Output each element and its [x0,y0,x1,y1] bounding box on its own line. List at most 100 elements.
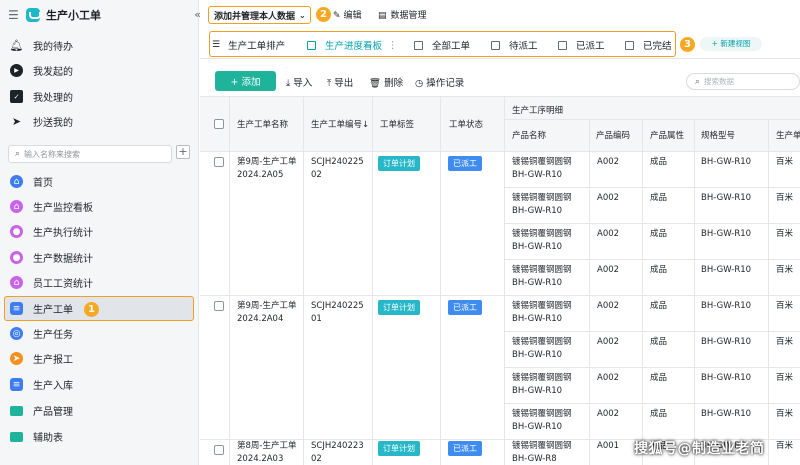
toolbar: + 添加 ⤓ 导入 ⤒ 导出 🗑︎ 删除 ◷ 操作记录 ⌕ 搜索数据 [200,60,800,96]
delete-button[interactable]: 🗑︎ 删除 [369,75,403,89]
tab-progress-board[interactable]: 生产进度看板 ⋮ [307,38,398,52]
export-label: 导出 [334,78,354,89]
tab-dispatched[interactable]: 已派工 [558,38,605,52]
sidebar-item-exec-stats[interactable]: ● 生产执行统计 [0,219,199,244]
tab-scheduling[interactable]: ☰ 生产工单排产 [212,38,285,52]
sidebar-item-aux-tables[interactable]: 辅助表 [0,424,199,449]
delete-label: 删除 [384,78,404,89]
view-tabs: ☰ 生产工单排产 生产进度看板 ⋮ 全部工单 待派工 已派工 已完结 3 + 新… [200,30,800,59]
palette-icon: ● [10,225,23,238]
import-button[interactable]: ⤓ 导入 [286,75,312,89]
data-management-label: 数据管理 [390,11,427,21]
product-name: 镀锡铜覆钢圆钢BH-GW-R10 [512,229,572,252]
sidebar-item-todo[interactable]: 🔔︎ 我的待办 [0,33,199,58]
col-header-status[interactable]: 工单状态 [449,118,484,130]
app-title: 生产小工单 [46,9,101,22]
divider [694,119,695,465]
folder-icon [10,431,23,442]
sidebar-search-input[interactable]: ⌕ 输入名称来搜索 [8,145,172,163]
select-all-checkbox[interactable] [214,119,224,129]
table-icon [414,40,423,50]
table-icon [307,40,316,50]
col-header-code[interactable]: 生产工单编号↓ [311,118,370,130]
product-name: 镀锡铜覆钢圆钢BH-GW-R10 [512,193,572,216]
sidebar-item-initiated[interactable]: ▶ 我发起的 [0,58,199,83]
add-item-button[interactable]: + [176,145,190,159]
col-header-unit[interactable]: 生产单 [776,129,800,141]
data-management-button[interactable]: ▤ 数据管理 [378,8,427,21]
tab-pending-dispatch[interactable]: 待派工 [491,38,538,52]
hamburger-icon[interactable]: ☰ [8,8,22,22]
sidebar: ☰ 生产小工单 « 🔔︎ 我的待办 ▶ 我发起的 ✓ 我处理的 ➤ 抄送我的 ⌕… [0,0,201,465]
divider [229,97,230,465]
unit: 百米 [776,193,794,203]
col-header-name[interactable]: 生产工单名称 [237,118,289,130]
new-view-button[interactable]: + 新建视图 [700,37,762,51]
sidebar-item-label: 辅助表 [33,433,63,444]
sidebar-item-report[interactable]: ➤ 生产报工 [0,346,199,371]
col-header-spec[interactable]: 规格型号 [701,129,736,141]
sidebar-item-label: 生产工单 [33,305,73,316]
col-header-product[interactable]: 产品名称 [512,129,547,141]
product-name: 镀锡铜覆钢圆钢BH-GW-R10 [512,409,572,432]
spec: BH-GW-R10 [701,373,752,383]
export-button[interactable]: ⤒ 导出 [327,75,353,89]
sidebar-item-label: 抄送我的 [33,118,73,129]
sidebar-item-wage-stats[interactable]: ⌂ 员工工资统计 [0,270,199,295]
sidebar-item-home[interactable]: ⌂ 首页 [0,169,199,194]
arrow-icon: ➤ [10,352,23,365]
product-code: A002 [597,301,620,311]
spec: BH-GW-R10 [701,229,752,239]
col-header-product-code[interactable]: 产品编码 [596,129,631,141]
unit: 百米 [776,441,794,451]
col-header-product-attr[interactable]: 产品属性 [650,129,685,141]
sidebar-item-monitor-board[interactable]: ⌂ 生产监控看板 [0,194,199,219]
sidebar-item-handled[interactable]: ✓ 我处理的 [0,84,199,109]
import-icon: ⤓ [286,78,291,89]
sidebar-item-work-orders[interactable]: ≡ 生产工单 [0,296,199,321]
tab-completed[interactable]: 已完结 [625,38,672,52]
divider [504,187,800,188]
sidebar-item-cc[interactable]: ➤ 抄送我的 [0,109,199,134]
sidebar-search-placeholder: 输入名称来搜索 [24,149,81,159]
sidebar-item-label: 生产入库 [33,381,73,392]
divider [440,97,441,465]
sidebar-item-products[interactable]: 产品管理 [0,398,199,423]
view-select-value: 添加并管理本人数据 [214,11,296,22]
import-label: 导入 [293,78,313,89]
row-checkbox[interactable] [214,445,224,455]
product-name: 镀锡铜覆钢圆钢BH-GW-R10 [512,265,572,288]
divider [303,97,304,465]
document-icon: ≡ [10,302,23,315]
sidebar-item-tasks[interactable]: ◎ 生产任务 [0,321,199,346]
tab-label: 生产工单排产 [228,41,286,52]
send-icon: ➤ [11,115,22,128]
table-search-input[interactable]: ⌕ 搜索数据 [686,73,800,90]
tab-label: 生产进度看板 [325,41,383,52]
tab-more-icon[interactable]: ⋮ [388,40,398,51]
edit-button[interactable]: ✎ 编辑 [333,8,362,21]
view-select[interactable]: 添加并管理本人数据 ⌄ [208,6,311,24]
sidebar-item-data-stats[interactable]: ● 生产数据统计 [0,245,199,270]
play-circle-icon: ▶ [10,64,23,77]
operation-log-button[interactable]: ◷ 操作记录 [415,75,464,89]
order-name[interactable]: 第8周-生产工单2024.2A03 [237,440,299,465]
unit: 百米 [776,373,794,383]
order-name[interactable]: 第9周-生产工单2024.2A04 [237,300,299,326]
divider [504,367,800,368]
tab-all-orders[interactable]: 全部工单 [414,38,470,52]
unit: 百米 [776,409,794,419]
row-checkbox[interactable] [214,157,224,167]
table-icon [558,40,567,50]
sidebar-item-label: 生产监控看板 [33,203,93,214]
order-name[interactable]: 第9周-生产工单2024.2A05 [237,156,299,182]
inbox-icon: ✓ [10,90,23,103]
spec: BH-GW-R10 [701,337,752,347]
order-code: SCJH24022302 [311,441,364,464]
col-header-tag[interactable]: 工单标签 [380,118,415,130]
row-checkbox[interactable] [214,301,224,311]
annotation-badge-3: 3 [680,37,695,52]
add-button[interactable]: + 添加 [215,71,276,91]
sidebar-item-warehouse[interactable]: ≡ 生产入库 [0,372,199,397]
top-bar: 添加并管理本人数据 ⌄ 2 ✎ 编辑 ▤ 数据管理 [200,0,800,30]
